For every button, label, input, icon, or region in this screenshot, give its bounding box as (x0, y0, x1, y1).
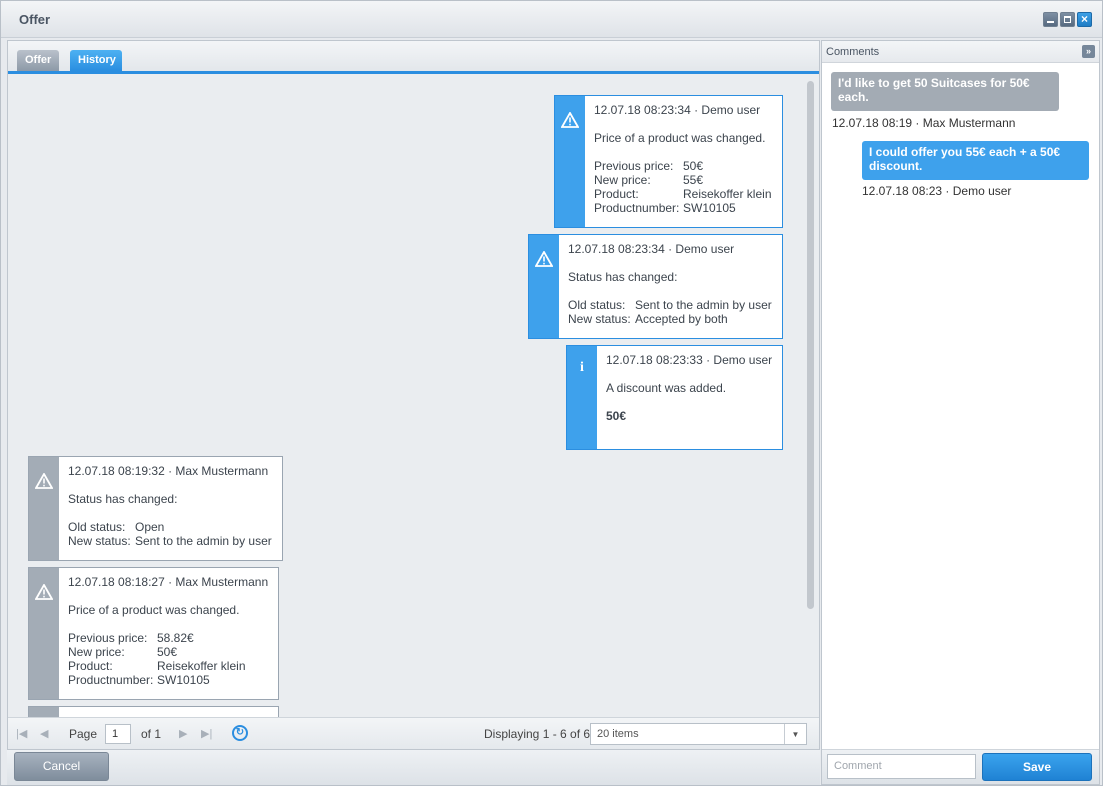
comment-input[interactable]: Comment (827, 754, 976, 779)
comment-meta: 12.07.18 08:23 · Demo user (862, 184, 1012, 198)
entry-row: Product: Reisekoffer klein (68, 659, 246, 673)
entry-row: Old status: Open (68, 520, 165, 534)
entry-header: 12.07.18 08:23:34 · Demo user (568, 242, 735, 256)
chevron-down-icon[interactable]: ▼ (784, 724, 806, 744)
entry-row: Old status: Sent to the admin by user (568, 298, 772, 312)
comment-meta: 12.07.18 08:19 · Max Mustermann (832, 116, 1016, 130)
entry-row: Previous price: 50€ (594, 159, 704, 173)
first-page-icon[interactable]: |◀ (16, 727, 27, 740)
history-scrollbar[interactable] (805, 77, 817, 717)
comment-footer: Comment Save (822, 749, 1099, 784)
entry-description: Price of a product was changed. (68, 603, 240, 617)
tab-bar: Offer History (8, 41, 819, 74)
entry-header: 12.07.18 08:23:34 · Demo user (594, 103, 761, 117)
entry-description: A discount was added. (606, 381, 727, 395)
page-size-select[interactable]: 20 items ▼ (590, 723, 807, 745)
entry-row: New price: 50€ (68, 645, 178, 659)
history-entry: 12.07.18 08:19:32 · Max Mustermann Statu… (28, 456, 283, 561)
prev-page-icon[interactable]: ◀ (40, 727, 48, 740)
entry-row: Productnumber: SW10105 (594, 201, 736, 215)
page-size-value: 20 items (597, 728, 639, 740)
entry-row: New price: 55€ (594, 173, 704, 187)
paging-toolbar: |◀ ◀ Page 1 of 1 ▶ ▶| ↻ Displaying 1 - 6… (8, 717, 819, 749)
history-panel: Offer History 12.07.18 08:23:34 · Demo u… (7, 40, 820, 750)
tab-offer[interactable]: Offer (17, 50, 59, 71)
collapse-icon[interactable]: » (1082, 45, 1095, 58)
entry-header: 12.07.18 08:19:32 · Max Mustermann (68, 464, 269, 478)
warning-icon (529, 250, 559, 270)
entry-row: New status: Sent to the admin by user (68, 534, 272, 548)
maximize-icon[interactable] (1060, 12, 1075, 27)
entry-header: 12.07.18 08:18:27 · Max Mustermann (68, 575, 269, 589)
comments-panel: Comments » I'd like to get 50 Suitcases … (821, 40, 1100, 785)
comment-bubble: I could offer you 55€ each + a 50€ disco… (862, 141, 1089, 180)
history-entry: 12.07.18 08:23:34 · Demo user Status has… (528, 234, 783, 339)
displaying-label: Displaying 1 - 6 of 6 (484, 727, 591, 741)
comments-header: Comments » (822, 41, 1099, 63)
info-icon: i (580, 360, 584, 375)
page-label: Page (69, 727, 98, 741)
comments-title: Comments (826, 46, 880, 58)
entry-row: New status: Accepted by both (568, 312, 728, 326)
window-controls: × (1043, 12, 1092, 27)
bottom-toolbar: Cancel (7, 750, 820, 785)
page-count-label: of 1 (141, 727, 162, 741)
page-number-input[interactable]: 1 (105, 724, 131, 744)
history-entry (28, 706, 279, 717)
entry-header: 12.07.18 08:23:33 · Demo user (606, 353, 773, 367)
last-page-icon[interactable]: ▶| (201, 727, 212, 740)
history-entry: 12.07.18 08:23:34 · Demo user Price of a… (554, 95, 783, 228)
save-button[interactable]: Save (982, 753, 1092, 781)
entry-description: Status has changed: (68, 492, 178, 506)
close-icon[interactable]: × (1077, 12, 1092, 27)
window-title: Offer (19, 12, 51, 27)
warning-icon (29, 472, 59, 492)
offer-window: Offer × Offer History 12.07.18 08:23:34 … (0, 0, 1103, 786)
history-list: 12.07.18 08:23:34 · Demo user Price of a… (8, 74, 819, 717)
window-titlebar[interactable]: Offer × (1, 1, 1102, 38)
tab-history[interactable]: History (70, 50, 122, 71)
cancel-button[interactable]: Cancel (14, 752, 109, 781)
entry-row: Productnumber: SW10105 (68, 673, 210, 687)
entry-description: Price of a product was changed. (594, 131, 766, 145)
entry-description: Status has changed: (568, 270, 678, 284)
warning-icon (555, 111, 585, 131)
scrollbar-thumb[interactable] (807, 81, 814, 609)
refresh-icon[interactable]: ↻ (232, 725, 248, 741)
entry-row: Previous price: 58.82€ (68, 631, 194, 645)
warning-icon (29, 583, 59, 603)
comment-bubble: I'd like to get 50 Suitcases for 50€ eac… (831, 72, 1059, 111)
next-page-icon[interactable]: ▶ (179, 727, 187, 740)
entry-row: Product: Reisekoffer klein (594, 187, 772, 201)
history-entry: 12.07.18 08:18:27 · Max Mustermann Price… (28, 567, 279, 700)
history-entry: i 12.07.18 08:23:33 · Demo user A discou… (566, 345, 783, 450)
minimize-icon[interactable] (1043, 12, 1058, 27)
entry-value: 50€ (606, 409, 627, 423)
